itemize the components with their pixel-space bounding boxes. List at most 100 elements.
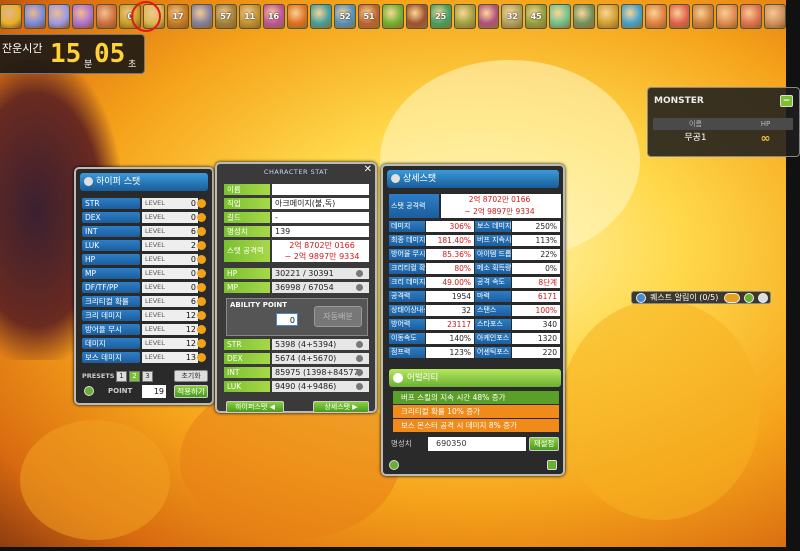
buff-icon[interactable]: 11 <box>238 4 261 29</box>
buff-icon[interactable] <box>740 4 762 29</box>
level-label: LEVEL <box>142 240 198 251</box>
close-icon[interactable]: ✕ <box>364 164 372 175</box>
monster-panel: MONSTER − 이름 HP 무공1 ∞ <box>647 87 800 157</box>
buff-icon[interactable]: 16 <box>262 4 285 29</box>
plus-icon[interactable] <box>197 339 206 348</box>
buff-icon[interactable] <box>0 4 22 29</box>
plus-icon[interactable] <box>197 311 206 320</box>
hyper-stat-level: 0 <box>190 213 196 222</box>
remaining-time-panel: 잔운시간 15 분 05 초 <box>0 34 145 74</box>
buff-icon[interactable] <box>453 4 476 29</box>
preset-2-button[interactable]: 2 <box>129 371 140 382</box>
buff-icon[interactable] <box>405 4 428 29</box>
buff-icon[interactable] <box>644 4 667 29</box>
monster-table: 이름 HP 무공1 ∞ <box>653 118 793 146</box>
preset-reset-button[interactable]: 초기화 <box>174 370 208 382</box>
quest-add-icon[interactable] <box>744 292 754 303</box>
buff-icon[interactable] <box>549 4 571 29</box>
buff-icon[interactable] <box>47 4 70 29</box>
buff-icon[interactable]: 45 <box>525 4 548 29</box>
detail-stat-title[interactable]: 상세스탯 <box>387 170 559 188</box>
preset-3-button[interactable]: 3 <box>142 371 153 382</box>
buff-icon[interactable]: 57 <box>214 4 237 29</box>
ability-point-title: ABILITY POINT <box>230 301 288 309</box>
plus-icon[interactable] <box>197 283 206 292</box>
detail-stat-value: 340 <box>512 319 560 330</box>
plus-icon[interactable] <box>197 269 206 278</box>
buff-icon[interactable] <box>716 4 739 29</box>
preset-1-button[interactable]: 1 <box>116 371 127 382</box>
character-info-name: 길드 <box>224 212 270 223</box>
detail-stat-toggle-button[interactable]: 상세스탯 ▶ <box>313 401 369 413</box>
quest-settings-icon[interactable] <box>724 292 740 303</box>
buff-icon[interactable] <box>477 4 500 29</box>
plus-icon[interactable] <box>197 199 206 208</box>
buff-icon[interactable] <box>620 4 643 29</box>
hyper-stat-toggle-button[interactable]: 하이퍼스탯 ◀ <box>226 401 284 413</box>
character-stat-title[interactable]: CHARACTER STAT <box>221 166 371 178</box>
apply-button[interactable]: 적용하기 <box>174 385 208 398</box>
increase-icon[interactable] <box>356 341 363 348</box>
buff-icon[interactable] <box>573 4 595 29</box>
buff-icon[interactable] <box>692 4 715 29</box>
hp-mp-name: MP <box>224 282 270 293</box>
detail-stat-value: 140% <box>426 333 474 344</box>
hyper-stat-level: 12 <box>185 325 196 334</box>
buff-icon[interactable]: 52 <box>334 4 357 29</box>
buff-icon[interactable] <box>382 4 404 29</box>
hyper-stat-title[interactable]: 하이퍼 스탯 <box>80 173 208 191</box>
buff-icon[interactable]: 17 <box>167 4 189 29</box>
detail-stat-name: 스타포스 <box>475 319 511 330</box>
buff-icon[interactable]: 32 <box>501 4 524 29</box>
buff-icon[interactable] <box>596 4 619 29</box>
quest-toggle-icon[interactable] <box>636 292 646 303</box>
buff-icon[interactable] <box>191 4 213 29</box>
monster-row[interactable]: 무공1 ∞ <box>653 130 793 146</box>
quest-alarm[interactable]: 퀘스트 알림이 (0/5) <box>631 291 771 304</box>
buff-icon[interactable]: 25 <box>429 4 452 29</box>
detail-left-icon[interactable] <box>389 460 399 470</box>
cs-attack-name: 스탯 공격력 <box>224 240 270 262</box>
detail-stat-value: 250% <box>512 221 560 232</box>
increase-icon[interactable] <box>356 355 363 362</box>
plus-icon[interactable] <box>197 297 206 306</box>
monster-col-hp: HP <box>760 120 771 128</box>
buff-icon[interactable] <box>668 4 691 29</box>
buff-icon[interactable] <box>286 4 309 29</box>
hyper-stat-level: 13 <box>185 353 196 362</box>
honor-reset-button[interactable]: 재설정 <box>529 437 559 451</box>
detail-stat-value: 49.00% <box>426 277 474 288</box>
plus-icon[interactable] <box>197 241 206 250</box>
detail-next-icon[interactable] <box>547 460 557 470</box>
plus-icon[interactable] <box>197 325 206 334</box>
detail-stat-value: 306% <box>426 221 474 232</box>
increase-icon[interactable] <box>356 270 363 277</box>
plus-icon[interactable] <box>197 227 206 236</box>
monster-minimize-button[interactable]: − <box>780 95 793 107</box>
plus-icon[interactable] <box>197 213 206 222</box>
detail-stat-window: 상세스탯 스탯 공격력 2억 8702만 0166 ~ 2억 9897만 933… <box>381 164 565 476</box>
monster-title: MONSTER <box>654 96 704 106</box>
quest-close-icon[interactable] <box>758 292 768 303</box>
timer-minutes: 15 <box>50 39 82 69</box>
level-label: LEVEL <box>142 282 198 293</box>
plus-icon[interactable] <box>197 255 206 264</box>
buff-icon[interactable] <box>764 4 786 29</box>
hyper-stat-row: STR LEVEL 0 <box>82 198 206 209</box>
increase-icon[interactable] <box>356 369 363 376</box>
point-label: POINT <box>108 387 133 395</box>
increase-icon[interactable] <box>356 284 363 291</box>
buff-icon[interactable]: 51 <box>358 4 380 29</box>
character-info-row: 명성치 139 <box>224 226 369 237</box>
character-stat-window: CHARACTER STAT ✕ 이름 직업 아크메이지(불,독) 길드 - 명성치 139… <box>215 162 377 413</box>
buff-icon[interactable] <box>23 4 46 29</box>
level-label: LEVEL <box>142 226 198 237</box>
buff-icon[interactable] <box>95 4 118 29</box>
detail-stat-value: 0% <box>512 263 560 274</box>
plus-icon[interactable] <box>197 353 206 362</box>
increase-icon[interactable] <box>356 383 363 390</box>
buff-icon[interactable] <box>310 4 333 29</box>
detail-stat-row: 크리 데미지 49.00% 공격 속도 8단계 <box>389 277 561 288</box>
auto-assign-button[interactable]: 자동배분 <box>314 306 362 327</box>
buff-icon[interactable] <box>71 4 94 29</box>
